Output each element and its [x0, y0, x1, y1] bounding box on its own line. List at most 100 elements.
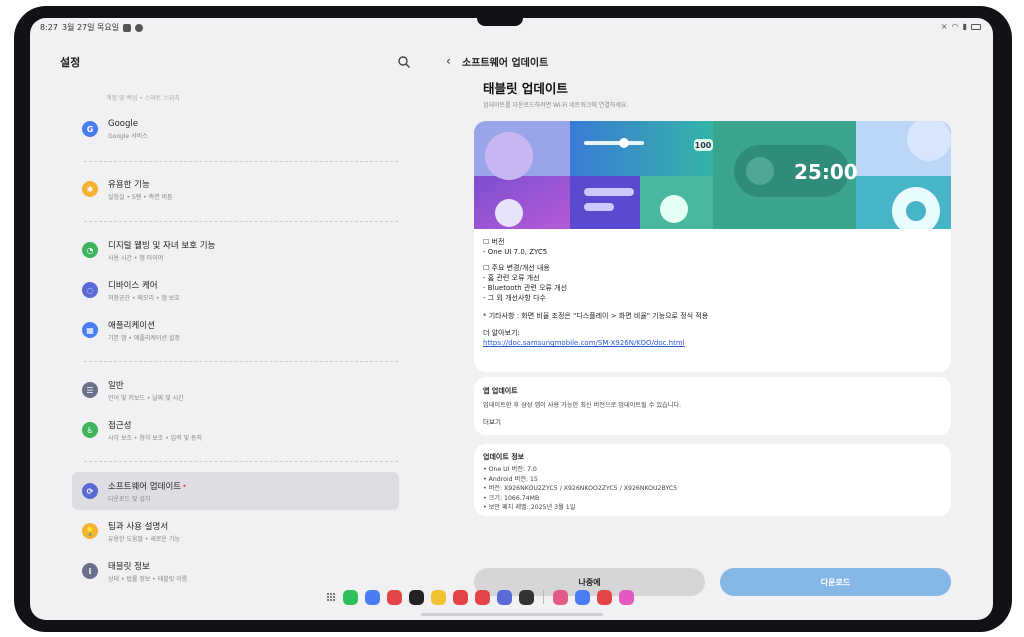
update-info-card: 업데이트 정보 • One UI 버전: 7.0 • Android 버전: 1…: [474, 444, 951, 516]
change-3: - 그 외 개선사항 다수: [483, 294, 546, 302]
info-line: • 버전: X926NKOU2ZYC5 / X926NKOO2ZYC5 / X9…: [483, 485, 678, 492]
change-2: - Bluetooth 관련 오류 개선: [483, 284, 568, 292]
header-title: 소프트웨어 업데이트: [462, 58, 549, 69]
item-title: 팁과 사용 설명서: [108, 521, 169, 532]
taskbar-dock: [326, 586, 634, 608]
status-time: 8:27: [40, 23, 58, 32]
settings-item-software-update[interactable]: ⟳ 소프트웨어 업데이트• 다운로드 및 설치: [72, 472, 399, 510]
status-date: 3월 27일 목요일: [61, 23, 120, 32]
recent-app-icon[interactable]: [597, 589, 612, 605]
camera-app-icon[interactable]: [453, 589, 468, 605]
settings-item-general[interactable]: ☰ 일반언어 및 키보드 • 날짜 및 시간: [72, 371, 399, 409]
divider: [84, 221, 398, 222]
app-update-card: 앱 업데이트 업데이트한 후 삼성 앱이 사용 가능한 최신 버전으로 업데이트…: [474, 377, 951, 435]
battery-icon: [971, 23, 981, 30]
update-info-title: 업데이트 정보: [483, 453, 525, 461]
divider: [84, 361, 398, 362]
tablet-screen: 8:27 3월 27일 목요일 ⨯ ◠ ▮ 설정 계정 및 백업 • 스마트 스…: [30, 18, 993, 620]
update-badge: •: [182, 481, 187, 491]
software-update-pane: ‹ 소프트웨어 업데이트 태블릿 업데이트 업데이트를 다운로드하려면 Wi-F…: [422, 38, 993, 620]
update-banner-image: 100 25:00: [474, 121, 951, 229]
settings-item-accessibility[interactable]: ♿ 접근성시각 보조 • 청각 보조 • 입력 및 동작: [72, 411, 399, 449]
app-update-more-link[interactable]: 더보기: [483, 416, 942, 426]
item-subtitle: 시각 보조 • 청각 보조 • 입력 및 동작: [108, 434, 203, 442]
notion-app-icon[interactable]: [409, 589, 424, 605]
item-title: 디바이스 케어: [108, 280, 158, 291]
info-line: • 보안 패치 레벨: 2025년 3월 1일: [483, 504, 576, 511]
item-title: 일반: [108, 380, 124, 391]
settings-item-about-tablet[interactable]: i 태블릿 정보상태 • 법률 정보 • 태블릿 이름: [72, 552, 399, 590]
settings-item-device-care[interactable]: ◌ 디바이스 케어저장공간 • 메모리 • 앱 보호: [72, 271, 399, 309]
search-icon[interactable]: [397, 55, 411, 69]
recent-app-icon[interactable]: [553, 589, 568, 605]
item-title: Google: [108, 118, 138, 129]
item-title: 소프트웨어 업데이트: [108, 481, 182, 492]
app-drawer-icon[interactable]: [326, 592, 336, 602]
divider: [84, 461, 398, 462]
update-title: 태블릿 업데이트: [483, 81, 568, 96]
info-line: • 크기: 1066.74MB: [483, 494, 540, 502]
more-info-label: 더 알아보기:: [483, 329, 520, 337]
google-icon: G: [82, 121, 98, 137]
about-tablet-icon: i: [82, 563, 98, 579]
accessibility-icon: ♿: [82, 422, 98, 438]
signal-icon: ▮: [962, 22, 967, 31]
back-arrow-icon[interactable]: ‹: [446, 54, 451, 68]
apps-icon: ▦: [82, 322, 98, 338]
wifi-note: 업데이트를 다운로드하려면 Wi-Fi 네트워크에 연결하세요.: [483, 102, 629, 109]
item-subtitle: 다운로드 및 설치: [108, 495, 151, 503]
camera-notch: [477, 18, 523, 26]
calendar-app-icon[interactable]: [475, 589, 490, 605]
wifi-icon: ◠: [951, 22, 959, 31]
divider: [84, 161, 398, 162]
settings-item-google[interactable]: G Google Google 서비스: [72, 110, 399, 148]
general-icon: ☰: [82, 382, 98, 398]
tips-icon: 💡: [82, 523, 98, 539]
item-title: 디지털 웰빙 및 자녀 보호 기능: [108, 240, 216, 251]
item-title: 태블릿 정보: [108, 561, 150, 572]
recent-app-icon[interactable]: [575, 589, 590, 605]
changes-header: ☐ 주요 변경/개선 내용: [483, 264, 550, 272]
item-title: 유용한 기능: [108, 179, 150, 190]
recorder-app-icon[interactable]: [387, 589, 402, 605]
download-button[interactable]: 다운로드: [720, 568, 951, 596]
release-notes-link[interactable]: https://doc.samsungmobile.com/SM-X926N/K…: [483, 338, 942, 348]
dock-separator: [543, 590, 544, 604]
item-subtitle: 유용한 도움말 • 새로운 기능: [108, 535, 180, 543]
app-update-desc: 업데이트한 후 삼성 앱이 사용 가능한 최신 버전으로 업데이트될 수 있습니…: [483, 402, 682, 409]
misc-note: * 기타사항 : 화면 비율 조정은 "디스플레이 > 화면 비율" 기능으로 …: [483, 312, 709, 320]
settings-item-tips[interactable]: 💡 팁과 사용 설명서유용한 도움말 • 새로운 기능: [72, 512, 399, 550]
change-1: - 홈 관련 오류 개선: [483, 274, 540, 282]
item-subtitle: 사용 시간 • 앱 타이머: [108, 254, 164, 262]
banner-timer-text: 25:00: [794, 160, 858, 184]
settings-item-digital-wellbeing[interactable]: ◔ 디지털 웰빙 및 자녀 보호 기능사용 시간 • 앱 타이머: [72, 231, 399, 269]
settings-pane: 설정 계정 및 백업 • 스마트 스위치 G Google Google 서비스 …: [30, 38, 422, 620]
browser-app-icon[interactable]: [497, 589, 512, 605]
item-title: 애플리케이션: [108, 320, 155, 331]
item-subtitle: Google 서비스: [108, 132, 148, 140]
software-update-icon: ⟳: [82, 483, 98, 499]
record-app-icon[interactable]: [519, 589, 534, 605]
item-title: 접근성: [108, 420, 132, 431]
gallery-notification-icon: [123, 23, 132, 32]
phone-app-icon[interactable]: [343, 589, 358, 605]
info-line: • Android 버전: 15: [483, 475, 538, 483]
settings-item-advanced-features[interactable]: ✱ 유용한 기능 실험실 • S펜 • 측면 버튼: [72, 170, 399, 208]
device-care-icon: ◌: [82, 282, 98, 298]
advanced-features-icon: ✱: [82, 181, 98, 197]
messages-app-icon[interactable]: [365, 589, 380, 605]
version-value: - One UI 7.0, ZYC5: [483, 248, 548, 256]
notes-app-icon[interactable]: [431, 589, 446, 605]
item-subtitle: 언어 및 키보드 • 날짜 및 시간: [108, 394, 184, 402]
settings-item-apps[interactable]: ▦ 애플리케이션 기본 앱 • 애플리케이션 설정: [72, 311, 399, 349]
release-notes-card: ☐ 버전 - One UI 7.0, ZYC5 ☐ 주요 변경/개선 내용 - …: [474, 229, 951, 372]
item-subtitle: 저장공간 • 메모리 • 앱 보호: [108, 294, 180, 302]
wellbeing-icon: ◔: [82, 242, 98, 258]
mute-icon: ⨯: [940, 22, 948, 31]
info-line: • One UI 버전: 7.0: [483, 466, 537, 473]
recent-app-icon[interactable]: [619, 589, 634, 605]
item-subtitle: 상태 • 법률 정보 • 태블릿 이름: [108, 575, 188, 583]
message-notification-icon: [135, 23, 144, 32]
gesture-navigation-bar[interactable]: [421, 613, 603, 616]
banner-battery-text: 100: [695, 141, 712, 150]
